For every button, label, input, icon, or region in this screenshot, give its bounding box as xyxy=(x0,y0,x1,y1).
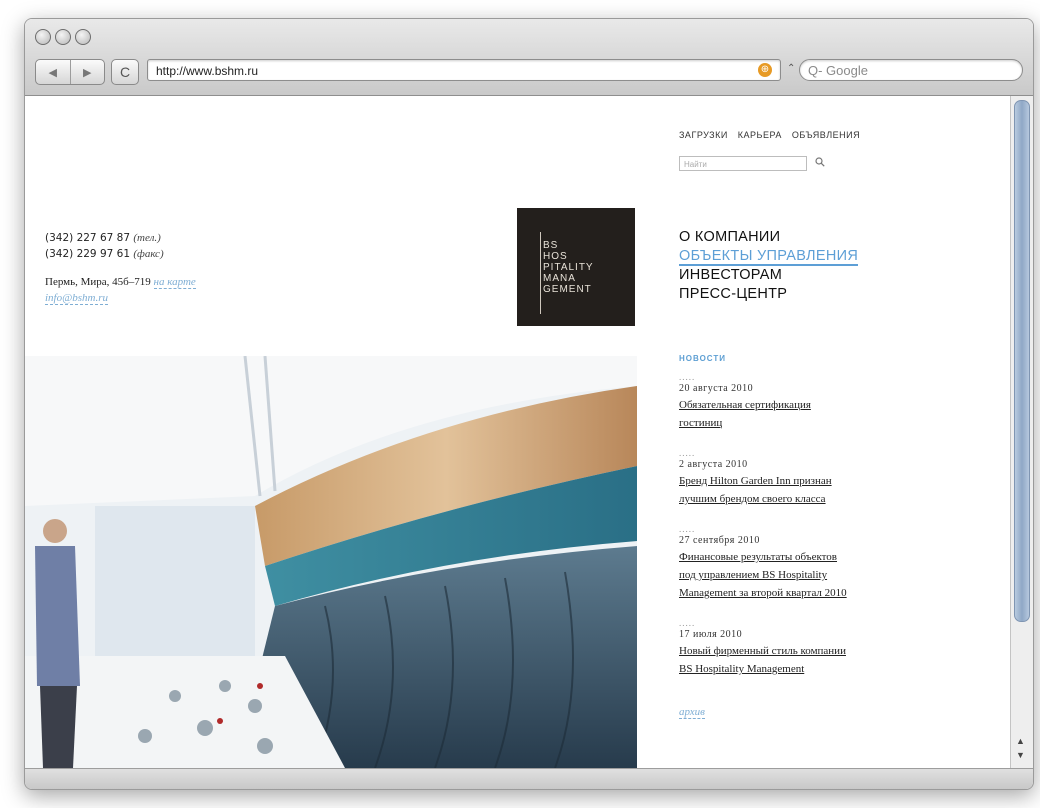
news-date: 2 августа 2010 xyxy=(679,459,748,470)
company-logo[interactable]: BS HOS PITALITY MANA GEMENT xyxy=(517,208,635,326)
phone-note: (тел.) xyxy=(133,232,161,244)
forward-button[interactable]: ▶ xyxy=(69,60,105,84)
news-item: ..... 27 сентября 2010 Финансовые резуль… xyxy=(679,524,909,602)
search-icon[interactable] xyxy=(815,157,825,167)
top-nav-downloads[interactable]: ЗАГРУЗКИ xyxy=(679,130,728,140)
top-nav-careers[interactable]: КАРЬЕРА xyxy=(738,130,782,140)
news-title-line[interactable]: лучшим брендом своего класса xyxy=(679,490,909,508)
logo-line-5: GEMENT xyxy=(543,284,592,295)
news-title-line[interactable]: Обязательная сертификация xyxy=(679,396,909,414)
main-nav-investors[interactable]: ИНВЕСТОРАМ xyxy=(679,267,782,283)
news-title-line[interactable]: Финансовые результаты объектов xyxy=(679,548,909,566)
logo-line-2: HOS xyxy=(543,251,568,262)
browser-search-input[interactable]: Q- Google xyxy=(799,59,1023,81)
address-text: Пермь, Мира, 45б–719 xyxy=(45,276,151,288)
news-title-line[interactable]: гостиниц xyxy=(679,414,909,432)
address-dropdown-icon[interactable]: ⌃ xyxy=(787,63,795,74)
news-title-line[interactable]: под управлением BS Hospitality xyxy=(679,566,909,584)
news-date: 17 июля 2010 xyxy=(679,629,743,640)
news-separator: ..... xyxy=(679,448,696,458)
vertical-scrollbar[interactable]: ▲ ▼ xyxy=(1010,96,1033,768)
main-nav-about[interactable]: О КОМПАНИИ xyxy=(679,229,780,245)
reload-button[interactable]: C xyxy=(111,59,139,85)
email-link[interactable]: info@bshm.ru xyxy=(45,292,108,305)
fax-number: (342) 229 97 61 xyxy=(45,248,131,260)
logo-line-4: MANA xyxy=(543,273,576,284)
news-separator: ..... xyxy=(679,372,696,382)
main-nav-press[interactable]: ПРЕСС-ЦЕНТР xyxy=(679,286,787,302)
news-item: ..... 17 июля 2010 Новый фирменный стиль… xyxy=(679,618,909,678)
status-bar xyxy=(25,768,1033,789)
news-item: ..... 2 августа 2010 Бренд Hilton Garden… xyxy=(679,448,909,508)
news-date: 20 августа 2010 xyxy=(679,383,754,394)
contact-phones: (342) 227 67 87 (тел.) (342) 229 97 61 (… xyxy=(45,230,164,262)
browser-window: ◀ ▶ C http://www.bshm.ru ⊕ ⌃ Q- Google З… xyxy=(24,18,1034,790)
news-title-line[interactable]: Management за второй квартал 2010 xyxy=(679,584,909,602)
news-item: ..... 20 августа 2010 Обязательная серти… xyxy=(679,372,909,432)
news-title-line[interactable]: BS Hospitality Management xyxy=(679,660,909,678)
address-bar-url: http://www.bshm.ru xyxy=(156,64,259,78)
contact-address: Пермь, Мира, 45б–719 на карте info@bshm.… xyxy=(45,274,196,306)
browser-toolbar: ◀ ▶ C http://www.bshm.ru ⊕ ⌃ Q- Google xyxy=(25,19,1033,96)
minimize-window-button[interactable] xyxy=(55,29,71,45)
fax-note: (факс) xyxy=(133,248,164,260)
rss-icon[interactable]: ⊕ xyxy=(758,63,772,77)
archive-link[interactable]: архив xyxy=(679,706,705,719)
logo-text: BS HOS PITALITY MANA GEMENT xyxy=(543,240,594,295)
news-separator: ..... xyxy=(679,524,696,534)
phone-number: (342) 227 67 87 xyxy=(45,232,131,244)
news-title-line[interactable]: Бренд Hilton Garden Inn признан xyxy=(679,472,909,490)
address-bar[interactable]: http://www.bshm.ru ⊕ xyxy=(147,59,781,81)
site-search-input[interactable]: Найти xyxy=(679,156,807,171)
zoom-window-button[interactable] xyxy=(75,29,91,45)
page-viewport: ЗАГРУЗКИ КАРЬЕРА ОБЪЯВЛЕНИЯ Найти (342) … xyxy=(25,96,1009,768)
restaurant-photo xyxy=(25,356,637,768)
news-title-line[interactable]: Новый фирменный стиль компании xyxy=(679,642,909,660)
top-nav: ЗАГРУЗКИ КАРЬЕРА ОБЪЯВЛЕНИЯ xyxy=(679,130,860,140)
scroll-down-arrow-icon[interactable]: ▼ xyxy=(1016,750,1025,760)
main-nav: О КОМПАНИИ ОБЪЕКТЫ УПРАВЛЕНИЯ ИНВЕСТОРАМ… xyxy=(679,228,859,304)
fax-line: (342) 229 97 61 (факс) xyxy=(45,246,164,262)
history-nav-group: ◀ ▶ xyxy=(35,59,105,85)
scrollbar-thumb[interactable] xyxy=(1014,100,1030,622)
logo-rule xyxy=(540,232,541,314)
logo-line-3: PITALITY xyxy=(543,262,594,273)
news-separator: ..... xyxy=(679,618,696,628)
news-heading: НОВОСТИ xyxy=(679,354,727,363)
back-button[interactable]: ◀ xyxy=(36,60,70,84)
phone-line: (342) 227 67 87 (тел.) xyxy=(45,230,164,246)
map-link[interactable]: на карте xyxy=(153,276,196,289)
main-nav-properties[interactable]: ОБЪЕКТЫ УПРАВЛЕНИЯ xyxy=(679,248,859,266)
news-date: 27 сентября 2010 xyxy=(679,535,760,546)
top-nav-announcements[interactable]: ОБЪЯВЛЕНИЯ xyxy=(792,130,860,140)
logo-line-1: BS xyxy=(543,240,559,251)
scroll-up-arrow-icon[interactable]: ▲ xyxy=(1016,736,1025,746)
close-window-button[interactable] xyxy=(35,29,51,45)
